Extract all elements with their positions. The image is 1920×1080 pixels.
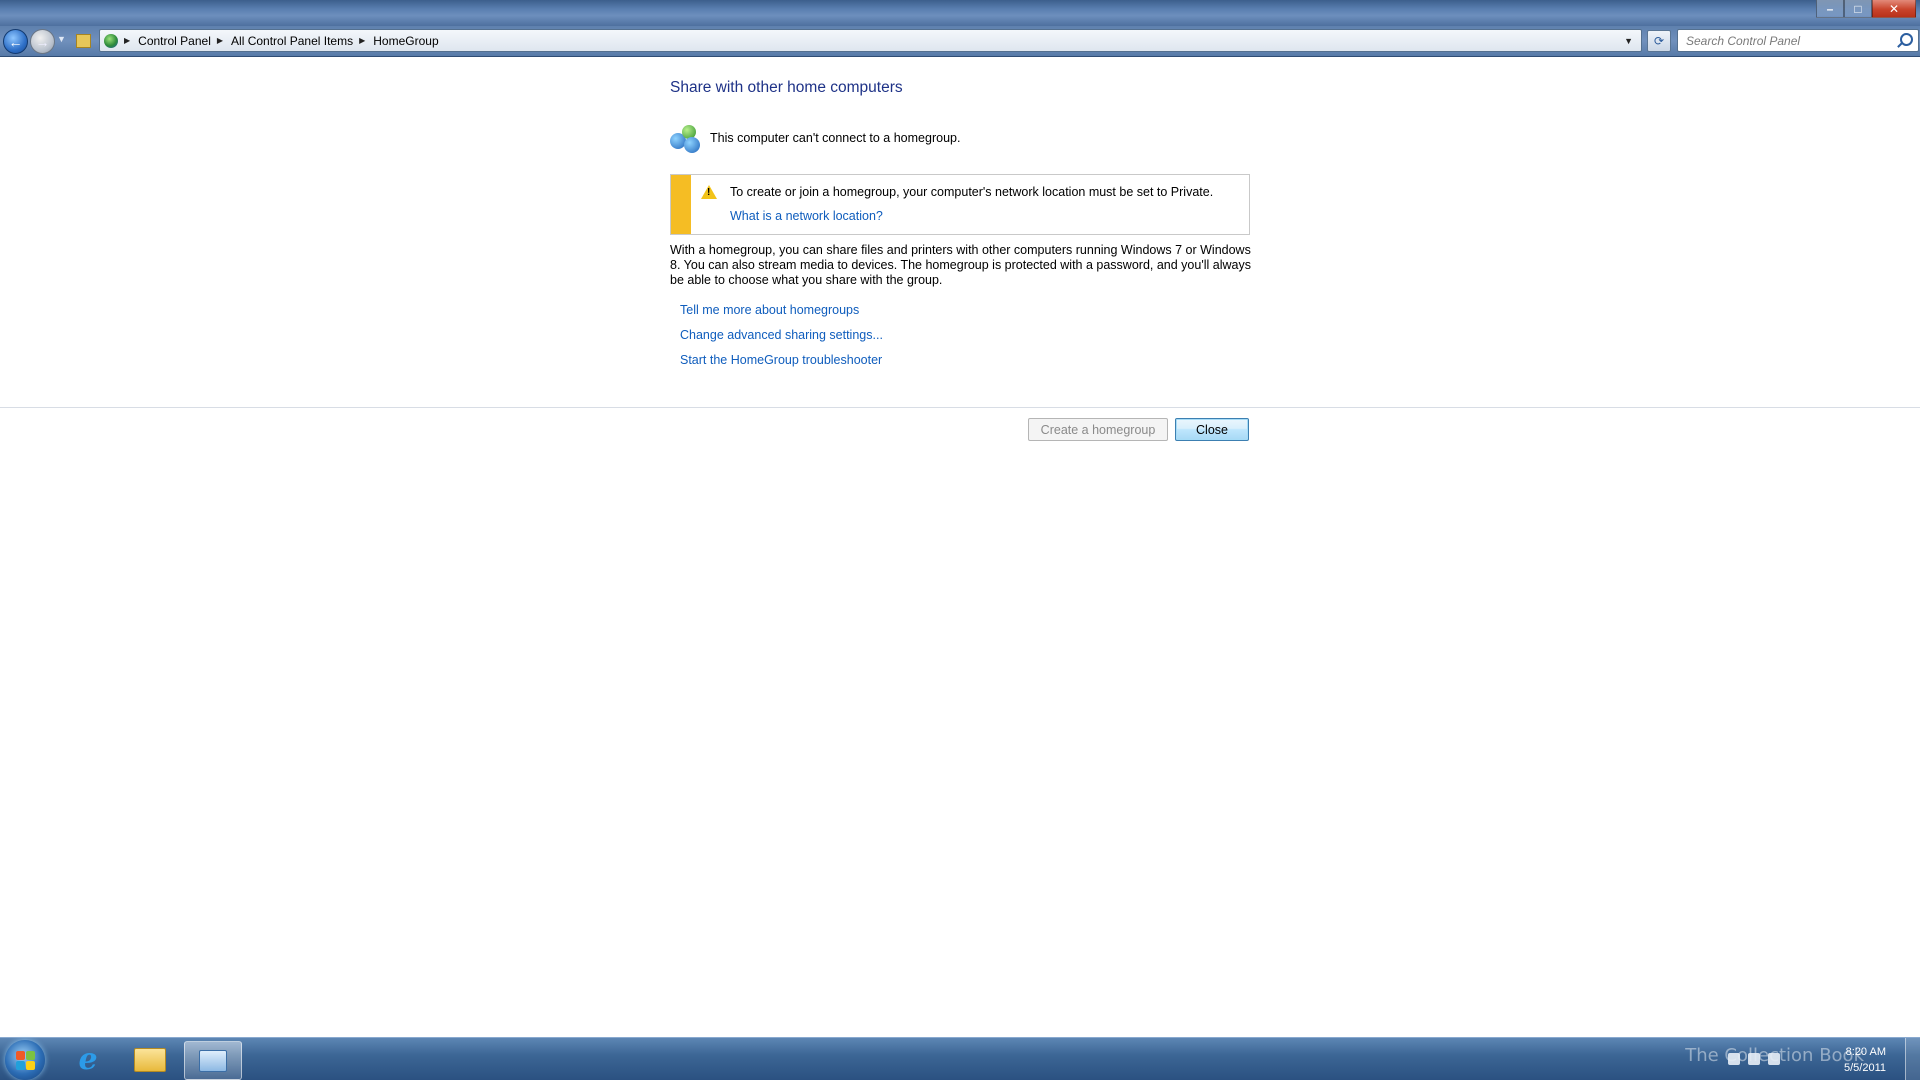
forward-button[interactable]: → (30, 29, 55, 54)
back-button[interactable]: ← (3, 29, 28, 54)
address-dropdown-icon[interactable]: ▼ (1624, 36, 1633, 46)
refresh-icon: ⟳ (1653, 34, 1665, 48)
folder-icon (134, 1047, 166, 1072)
volume-icon[interactable] (1768, 1053, 1780, 1065)
screen: – □ ✕ ← → ▼ ▶ Control Panel ▶ All Contro… (0, 0, 1920, 1080)
address-bar[interactable]: ▶ Control Panel ▶ All Control Panel Item… (99, 29, 1642, 52)
system-tray: The Collection Book 8:20 AM 5/5/2011 (1660, 1038, 1920, 1080)
warning-bar (671, 175, 691, 234)
search-input[interactable] (1684, 32, 1888, 49)
status-text: This computer can't connect to a homegro… (710, 131, 961, 145)
minimize-icon: – (1826, 1, 1834, 16)
troubleshooter-link[interactable]: Start the HomeGroup troubleshooter (680, 353, 882, 367)
taskbar: e The Collection Book 8:20 AM 5/5/2011 (0, 1037, 1920, 1080)
recent-pages-dropdown[interactable]: ▼ (57, 34, 66, 44)
breadcrumb-control-panel[interactable]: Control Panel (138, 34, 211, 48)
maximize-icon: □ (1854, 1, 1862, 16)
caption-buttons: – □ ✕ (1816, 0, 1916, 18)
change-sharing-settings-link[interactable]: Change advanced sharing settings... (680, 328, 883, 342)
action-center-flag-icon[interactable] (1728, 1053, 1740, 1065)
network-icon[interactable] (1748, 1053, 1760, 1065)
clock-time[interactable]: 8:20 AM (1846, 1046, 1886, 1058)
minimize-button[interactable]: – (1816, 0, 1844, 18)
description-text: With a homegroup, you can share files an… (670, 243, 1251, 287)
window-titlebar[interactable]: – □ ✕ (0, 0, 1920, 26)
breadcrumb-all-items[interactable]: All Control Panel Items (231, 34, 353, 48)
refresh-button[interactable]: ⟳ (1647, 30, 1671, 52)
status-row: This computer can't connect to a homegro… (670, 123, 960, 153)
close-button[interactable]: Close (1175, 418, 1249, 441)
breadcrumb-separator-icon[interactable]: ▶ (124, 36, 130, 45)
control-panel-icon (104, 33, 118, 48)
navigation-bar: ← → ▼ ▶ Control Panel ▶ All Control Pane… (0, 26, 1920, 57)
homegroup-content: Share with other home computers This com… (0, 57, 1920, 1037)
warning-text: To create or join a homegroup, your comp… (730, 185, 1214, 199)
windows-logo-icon (15, 1050, 25, 1060)
warning-icon: ! (701, 185, 717, 199)
breadcrumb-separator-icon[interactable]: ▶ (217, 36, 223, 45)
start-button[interactable] (5, 1040, 45, 1080)
windows-logo-icon (25, 1060, 35, 1070)
show-desktop-button[interactable] (1905, 1038, 1920, 1080)
close-icon: ✕ (1888, 1, 1900, 16)
windows-logo-icon (15, 1060, 25, 1070)
homegroup-orb-icon (684, 137, 700, 153)
control-panel-icon (199, 1049, 227, 1072)
page-title: Share with other home computers (670, 79, 903, 96)
tell-me-more-link[interactable]: Tell me more about homegroups (680, 303, 859, 317)
clock-date[interactable]: 5/5/2011 (1844, 1062, 1886, 1074)
divider (0, 407, 1920, 408)
taskbar-control-panel[interactable] (184, 1041, 242, 1080)
taskbar-internet-explorer[interactable]: e (60, 1041, 116, 1078)
internet-explorer-icon: e (78, 1041, 98, 1077)
maximize-button[interactable]: □ (1844, 0, 1872, 18)
arrow-left-icon: ← (8, 33, 23, 50)
arrow-right-icon: → (35, 33, 50, 50)
breadcrumb-homegroup[interactable]: HomeGroup (373, 34, 438, 48)
windows-logo-icon (25, 1050, 35, 1060)
folder-up-icon[interactable] (76, 34, 91, 48)
network-location-link[interactable]: What is a network location? (730, 209, 883, 223)
homegroup-icon (670, 123, 702, 153)
warning-box: ! To create or join a homegroup, your co… (670, 174, 1250, 235)
create-homegroup-button[interactable]: Create a homegroup (1028, 418, 1168, 441)
close-window-button[interactable]: ✕ (1872, 0, 1916, 18)
breadcrumb-separator-icon[interactable]: ▶ (359, 36, 365, 45)
search-icon[interactable] (1900, 33, 1913, 46)
taskbar-file-explorer[interactable] (122, 1041, 178, 1078)
search-box[interactable] (1677, 29, 1919, 52)
